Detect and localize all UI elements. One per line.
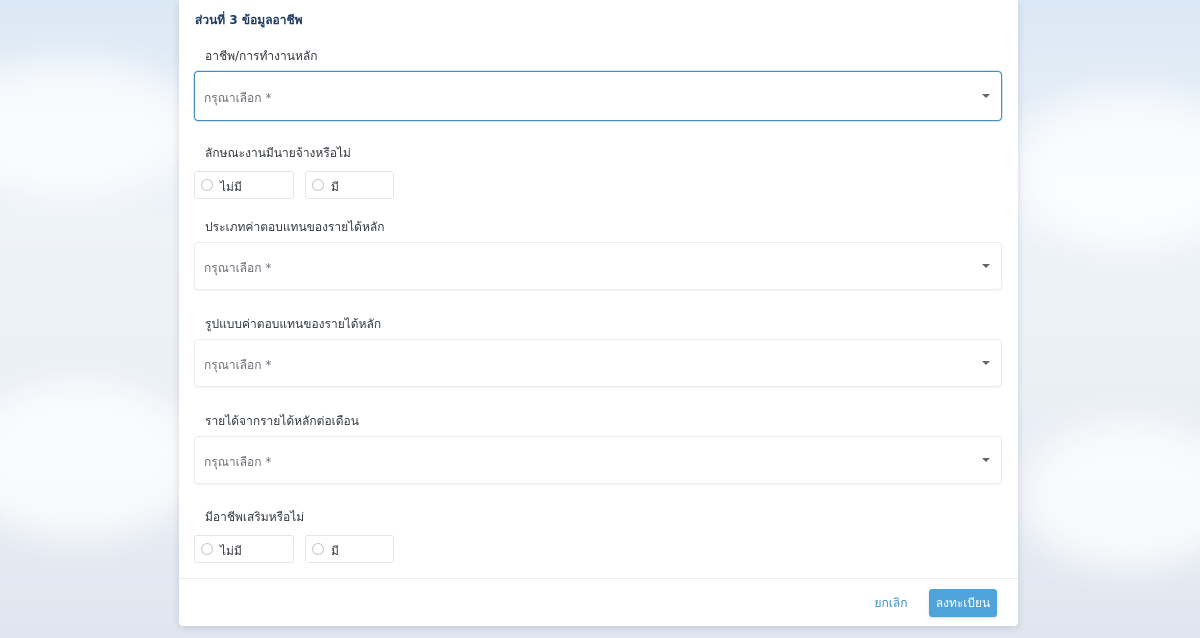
background-cloud xyxy=(0,380,200,540)
occupation-select-placeholder: กรุณาเลือก * xyxy=(204,91,272,105)
income-format-label: รูปแบบค่าตอบแทนของรายได้หลัก xyxy=(205,317,382,331)
occupation-form-card: ส่วนที่ 3 ข้อมูลอาชีพ อาชีพ/การทำงานหลัก… xyxy=(179,0,1018,626)
income-format-select-placeholder: กรุณาเลือก * xyxy=(204,358,272,372)
has-side-job-label: มีอาชีพเสริมหรือไม่ xyxy=(205,510,305,524)
monthly-income-select-placeholder: กรุณาเลือก * xyxy=(204,455,272,469)
background-cloud xyxy=(1020,420,1200,570)
has-side-job-option-no[interactable]: ไม่มี xyxy=(194,535,294,563)
radio-label: มี xyxy=(331,544,339,558)
has-side-job-option-yes[interactable]: มี xyxy=(305,535,394,563)
monthly-income-select[interactable]: กรุณาเลือก * xyxy=(194,436,1002,484)
radio-circle-icon xyxy=(312,543,324,555)
chevron-down-icon xyxy=(982,458,990,462)
cancel-button[interactable]: ยกเลิก xyxy=(862,590,920,616)
chevron-down-icon xyxy=(982,264,990,268)
chevron-down-icon xyxy=(982,361,990,365)
background-cloud xyxy=(0,60,200,200)
radio-label: มี xyxy=(331,180,339,194)
monthly-income-label: รายได้จากรายได้หลักต่อเดือน xyxy=(205,414,359,428)
income-format-select[interactable]: กรุณาเลือก * xyxy=(194,339,1002,387)
occupation-label: อาชีพ/การทำงานหลัก xyxy=(205,49,318,63)
radio-circle-icon xyxy=(201,543,213,555)
occupation-select[interactable]: กรุณาเลือก * xyxy=(194,71,1002,121)
background-cloud xyxy=(1010,90,1200,250)
radio-circle-icon xyxy=(312,179,324,191)
has-employer-option-yes[interactable]: มี xyxy=(305,171,394,199)
radio-label: ไม่มี xyxy=(220,544,242,558)
footer-divider xyxy=(179,578,1018,579)
radio-circle-icon xyxy=(201,179,213,191)
section-title: ส่วนที่ 3 ข้อมูลอาชีพ xyxy=(195,13,303,27)
income-type-select-placeholder: กรุณาเลือก * xyxy=(204,261,272,275)
income-type-label: ประเภทค่าตอบแทนของรายได้หลัก xyxy=(205,220,385,234)
radio-label: ไม่มี xyxy=(220,180,242,194)
has-employer-label: ลักษณะงานมีนายจ้างหรือไม่ xyxy=(205,146,351,160)
register-button[interactable]: ลงทะเบียน xyxy=(929,589,997,617)
chevron-down-icon xyxy=(982,94,990,98)
has-employer-option-no[interactable]: ไม่มี xyxy=(194,171,294,199)
income-type-select[interactable]: กรุณาเลือก * xyxy=(194,242,1002,290)
